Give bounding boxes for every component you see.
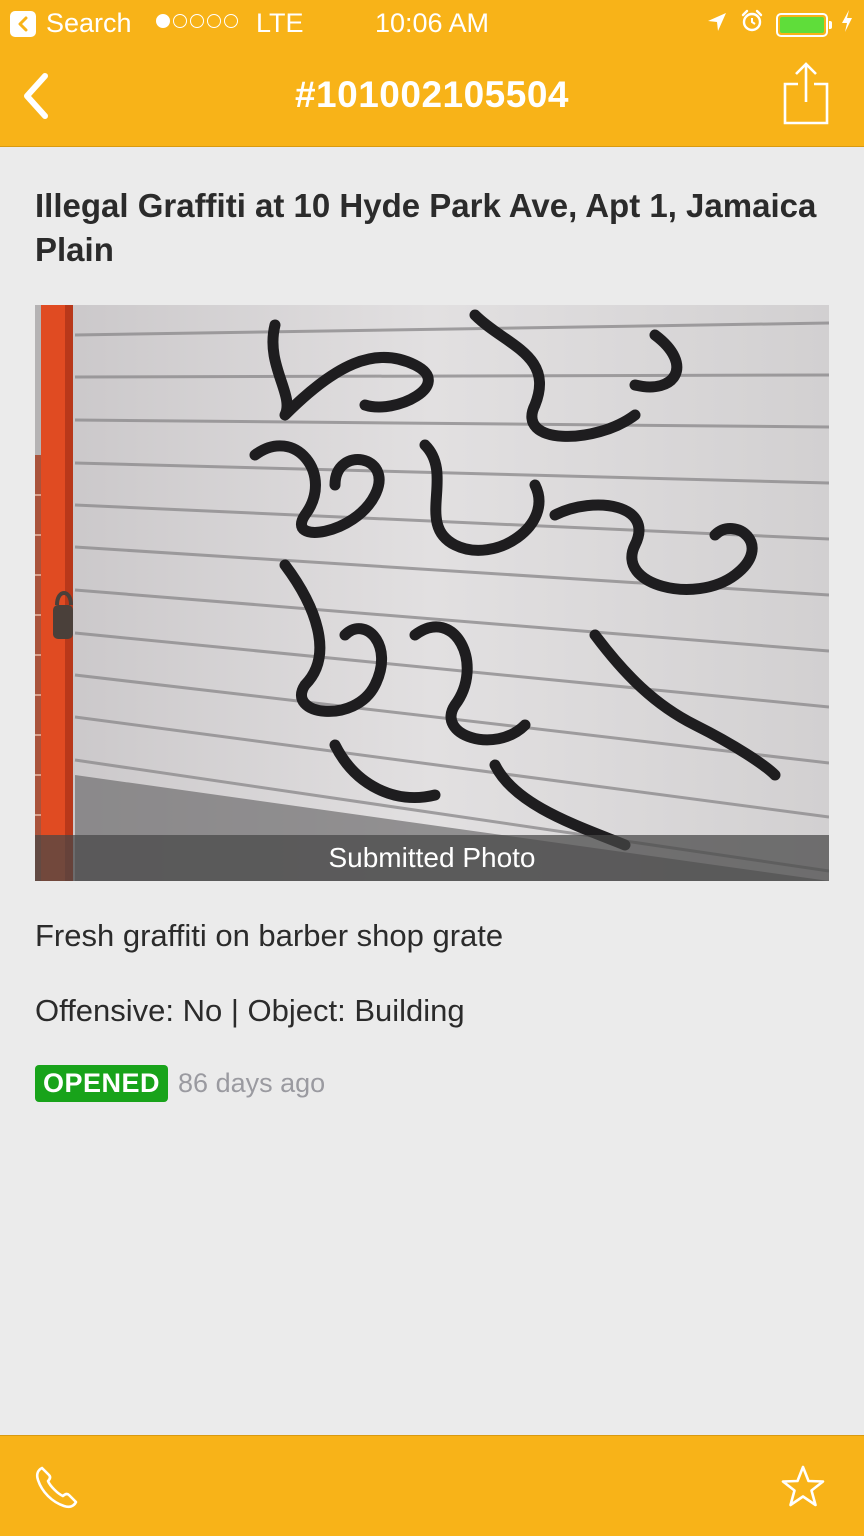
app-screen: Search LTE 10:06 AM #101002105504 Illega…: [0, 0, 864, 1536]
header: Search LTE 10:06 AM #101002105504: [0, 0, 864, 147]
favorite-button[interactable]: [780, 1464, 826, 1510]
status-bar: Search LTE 10:06 AM: [0, 0, 864, 46]
star-icon: [781, 1465, 825, 1507]
call-button[interactable]: [32, 1462, 82, 1512]
share-icon: [783, 62, 829, 125]
bottom-toolbar: [0, 1435, 864, 1536]
status-age: 86 days ago: [178, 1068, 326, 1098]
photo-caption: Submitted Photo: [35, 835, 829, 881]
status-icons: [706, 9, 854, 40]
report-title: Illegal Graffiti at 10 Hyde Park Ave, Ap…: [35, 187, 817, 268]
location-arrow-icon: [706, 9, 728, 40]
charging-icon: [840, 9, 854, 40]
report-detail: Illegal Graffiti at 10 Hyde Park Ave, Ap…: [0, 148, 864, 1435]
battery-icon: [776, 12, 832, 37]
report-description: Fresh graffiti on barber shop grate: [35, 918, 504, 953]
battery-fill: [780, 16, 824, 33]
nav-bar: #101002105504: [0, 46, 864, 147]
submitted-photo[interactable]: Submitted Photo: [35, 305, 829, 881]
share-button[interactable]: [782, 60, 830, 126]
status-badge: OPENED: [35, 1065, 169, 1102]
page-title: #101002105504: [294, 74, 569, 115]
report-attributes: Offensive: No | Object: Building: [35, 993, 465, 1028]
graffiti-photo-image: [35, 305, 829, 881]
status-row: OPENED 86 days ago: [35, 1065, 325, 1102]
alarm-icon: [740, 9, 764, 40]
phone-icon: [35, 1466, 78, 1509]
